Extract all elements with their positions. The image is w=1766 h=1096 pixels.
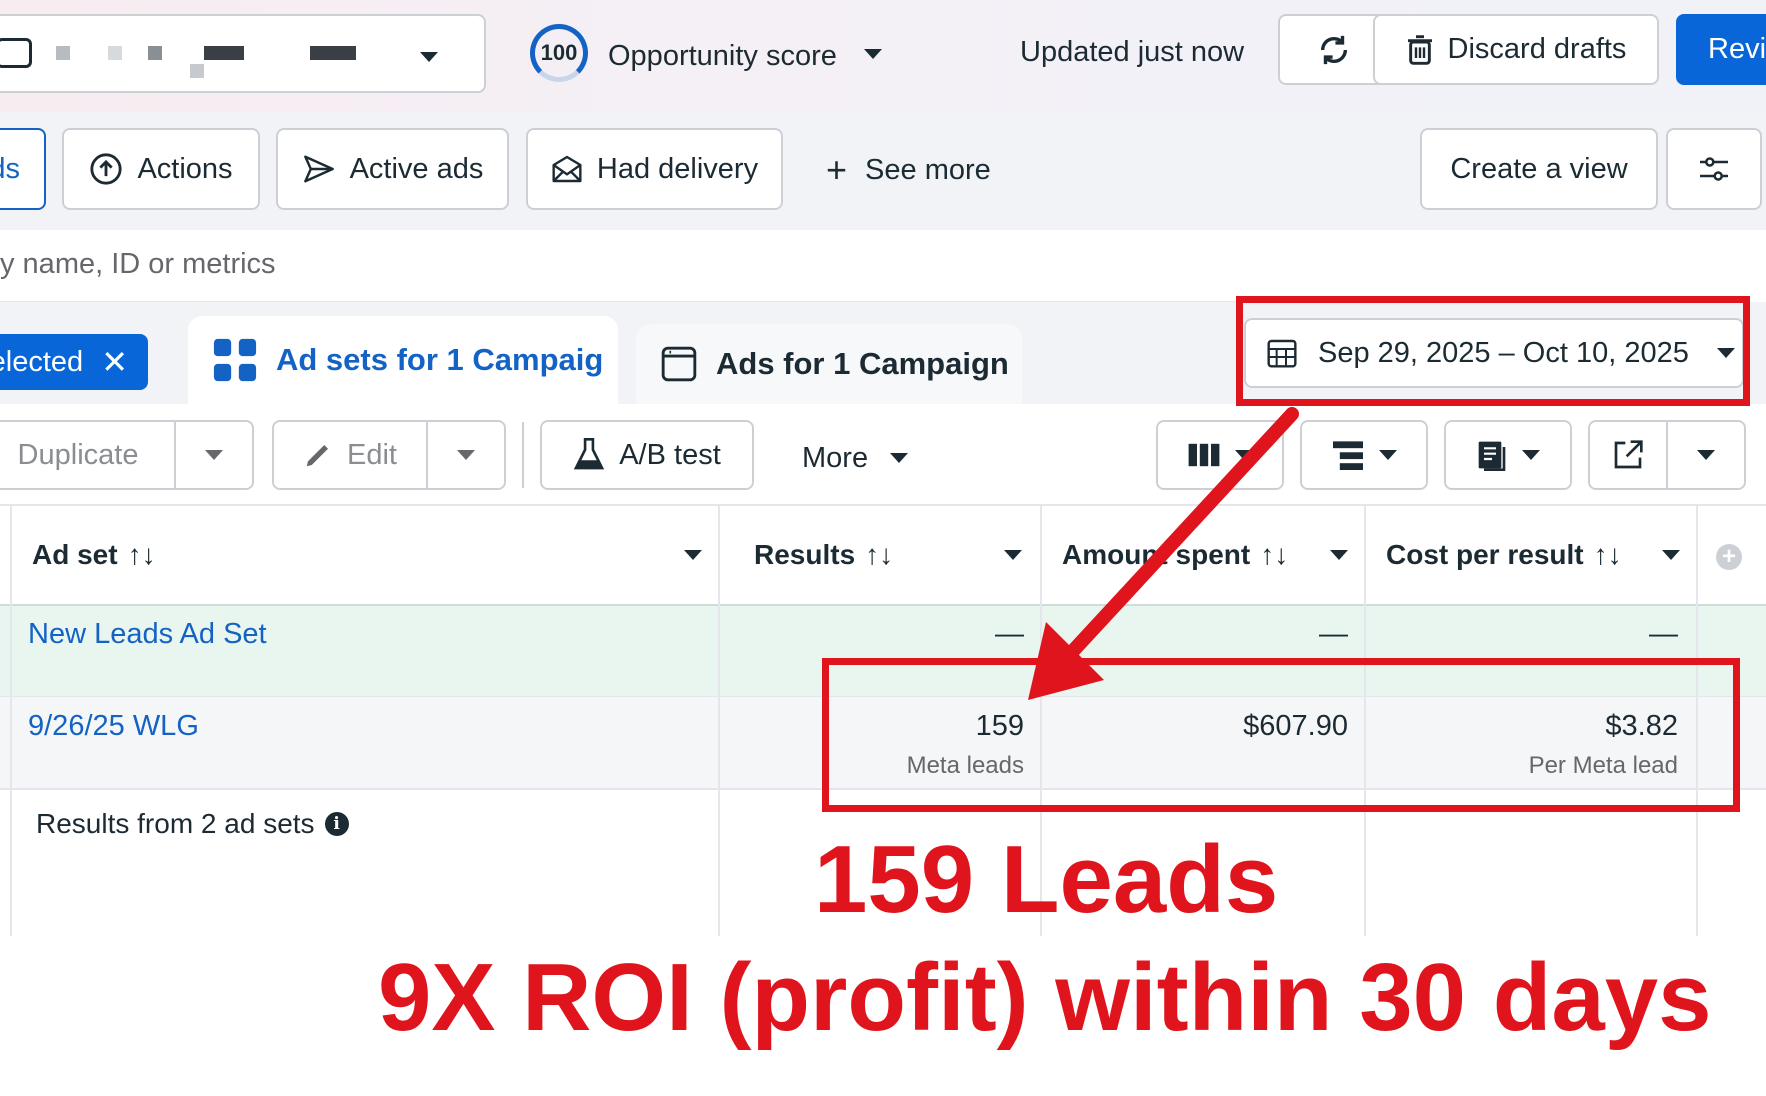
- column-divider: [10, 506, 12, 936]
- discard-drafts-label: Discard drafts: [1447, 33, 1627, 65]
- filter-had-delivery-button[interactable]: Had delivery: [526, 128, 783, 210]
- annotation-subline: 9X ROI (profit) within 30 days: [378, 944, 1712, 1051]
- ad-set-name-link[interactable]: 9/26/25 WLG: [28, 710, 199, 743]
- chevron-down-icon[interactable]: [1330, 550, 1348, 560]
- actions-label: Actions: [137, 152, 233, 185]
- view-settings-button[interactable]: [1666, 128, 1762, 210]
- review-label: Revi: [1708, 33, 1766, 65]
- cost-per-result-cell: —: [1649, 618, 1678, 650]
- sliders-icon: [1700, 157, 1728, 181]
- chevron-down-icon: [420, 52, 438, 62]
- updated-status: Updated just now: [1020, 36, 1245, 68]
- sort-icon[interactable]: ↑↓: [128, 539, 156, 571]
- duplicate-button[interactable]: Duplicate: [0, 420, 176, 490]
- ab-test-button[interactable]: A/B test: [540, 420, 754, 490]
- ad-account-selector[interactable]: [0, 14, 486, 93]
- redacted-block: [148, 46, 162, 60]
- annotation-headline: 159 Leads: [814, 826, 1279, 933]
- selected-chip-label: elected: [0, 345, 84, 378]
- see-more-button[interactable]: + See more: [826, 150, 991, 190]
- chevron-down-icon[interactable]: [684, 550, 702, 560]
- redacted-block: [190, 64, 204, 78]
- selected-campaign-chip[interactable]: elected ✕: [0, 334, 148, 390]
- create-view-label: Create a view: [1450, 152, 1628, 185]
- tab-ads[interactable]: Ads for 1 Campaign: [636, 324, 1022, 404]
- breakdown-icon: [1333, 441, 1363, 470]
- sort-icon[interactable]: ↑↓: [865, 539, 893, 571]
- see-more-label: See more: [865, 153, 991, 186]
- toolbar-divider: [522, 422, 524, 488]
- column-divider: [718, 506, 720, 936]
- trash-icon: [1407, 34, 1432, 65]
- more-label: More: [802, 441, 869, 474]
- header-label: Results: [754, 539, 856, 570]
- edit-button[interactable]: Edit: [272, 420, 428, 490]
- results-summary: Results from 2 ad sets i: [36, 808, 349, 840]
- more-button[interactable]: More: [802, 438, 909, 478]
- report-icon: [1478, 441, 1506, 471]
- search-bar[interactable]: y name, ID or metrics: [0, 230, 1746, 302]
- chevron-down-icon: [890, 453, 909, 463]
- ads-tab-label: Ads for 1 Campaign: [716, 346, 1009, 381]
- header-label: Ad set: [32, 539, 118, 570]
- ad-sets-tab-label: Ad sets for 1 Campaig: [276, 342, 604, 377]
- flask-icon: [574, 438, 605, 470]
- column-header-results[interactable]: Results ↑↓: [754, 506, 1022, 604]
- opportunity-score-value: 100: [540, 40, 578, 65]
- create-view-button[interactable]: Create a view: [1420, 128, 1658, 210]
- chevron-down-icon: [205, 450, 223, 460]
- chevron-down-icon[interactable]: [864, 49, 882, 59]
- export-icon: [1614, 440, 1643, 469]
- active-ads-label: Active ads: [349, 152, 484, 185]
- arrow-up-circle-icon: [90, 153, 123, 185]
- info-icon[interactable]: i: [324, 812, 349, 836]
- ab-test-label: A/B test: [619, 438, 721, 471]
- send-icon: [303, 155, 334, 183]
- search-placeholder: y name, ID or metrics: [0, 248, 276, 280]
- redacted-block: [204, 46, 244, 60]
- refresh-icon: [1320, 35, 1348, 64]
- filter-active-ads-button[interactable]: Active ads: [276, 128, 509, 210]
- review-and-publish-button[interactable]: Revi: [1676, 14, 1766, 85]
- header-label: Cost per result: [1386, 539, 1584, 570]
- date-range-highlight-box: [1236, 296, 1750, 406]
- tab-ad-sets[interactable]: Ad sets for 1 Campaig: [188, 316, 618, 404]
- filter-actions-button[interactable]: Actions: [62, 128, 260, 210]
- close-icon[interactable]: ✕: [101, 346, 128, 378]
- ad-frame-icon: [661, 346, 697, 382]
- chevron-down-icon: [1379, 450, 1397, 460]
- column-header-cost-per-result[interactable]: Cost per result ↑↓: [1386, 506, 1680, 604]
- export-dropdown[interactable]: [1666, 420, 1746, 490]
- redacted-block: [108, 46, 122, 60]
- redacted-block: [310, 46, 356, 60]
- grid-icon: [213, 338, 257, 382]
- opportunity-score-label[interactable]: Opportunity score: [608, 40, 837, 73]
- filter-chip-ads[interactable]: ds: [0, 128, 46, 210]
- plus-icon: +: [826, 149, 848, 190]
- duplicate-dropdown[interactable]: [174, 420, 254, 490]
- discard-drafts-button[interactable]: Discard drafts: [1373, 14, 1659, 85]
- chevron-down-icon: [457, 450, 475, 460]
- opportunity-score-gauge[interactable]: 100: [530, 24, 588, 82]
- sort-icon[interactable]: ↑↓: [1594, 539, 1622, 571]
- envelope-icon: [552, 155, 582, 183]
- edit-dropdown[interactable]: [426, 420, 506, 490]
- chevron-down-icon[interactable]: [1662, 550, 1680, 560]
- account-icon: [0, 38, 32, 68]
- summary-label: Results from 2 ad sets: [36, 808, 315, 839]
- column-header-ad-set[interactable]: Ad set ↑↓: [32, 506, 702, 604]
- chevron-down-icon: [1697, 450, 1715, 460]
- ad-set-name-link[interactable]: New Leads Ad Set: [28, 618, 267, 651]
- chevron-down-icon: [1522, 450, 1540, 460]
- filter-chip-label: ds: [0, 152, 20, 185]
- edit-label: Edit: [347, 438, 397, 471]
- pencil-icon: [306, 445, 328, 467]
- add-column-icon[interactable]: +: [1716, 544, 1742, 570]
- redacted-block: [56, 46, 70, 60]
- reports-button[interactable]: [1444, 420, 1572, 490]
- annotation-arrow: [1028, 407, 1299, 700]
- duplicate-label: Duplicate: [17, 438, 139, 471]
- had-delivery-label: Had delivery: [596, 152, 759, 185]
- export-button[interactable]: [1588, 420, 1668, 490]
